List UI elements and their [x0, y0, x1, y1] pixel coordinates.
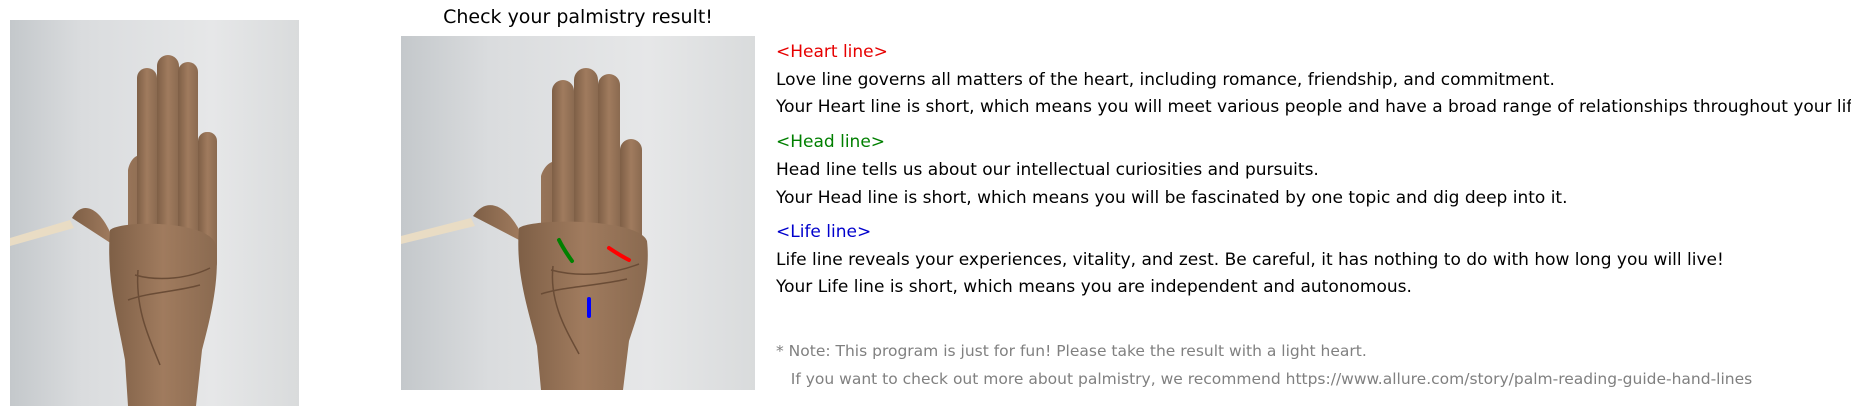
heart-line-heading: <Heart line> — [776, 42, 888, 62]
annotated-hand-photo — [401, 36, 755, 390]
head-line-result: Your Head line is short, which means you… — [776, 188, 1568, 208]
input-hand-photo — [10, 20, 299, 406]
heart-line-result: Your Heart line is short, which means yo… — [776, 97, 1851, 117]
head-line-description: Head line tells us about our intellectua… — [776, 160, 1319, 180]
life-line-result: Your Life line is short, which means you… — [776, 277, 1412, 297]
life-line-description: Life line reveals your experiences, vita… — [776, 250, 1724, 270]
head-line-heading: <Head line> — [776, 132, 886, 152]
heart-line-description: Love line governs all matters of the hea… — [776, 70, 1555, 90]
result-title: Check your palmistry result! — [443, 6, 713, 28]
palmistry-reference-note: If you want to check out more about palm… — [776, 370, 1753, 388]
hand-image — [10, 20, 299, 406]
fun-disclaimer-note: * Note: This program is just for fun! Pl… — [776, 342, 1367, 360]
life-line-heading: <Life line> — [776, 222, 872, 242]
annotated-hand-image — [401, 36, 755, 390]
